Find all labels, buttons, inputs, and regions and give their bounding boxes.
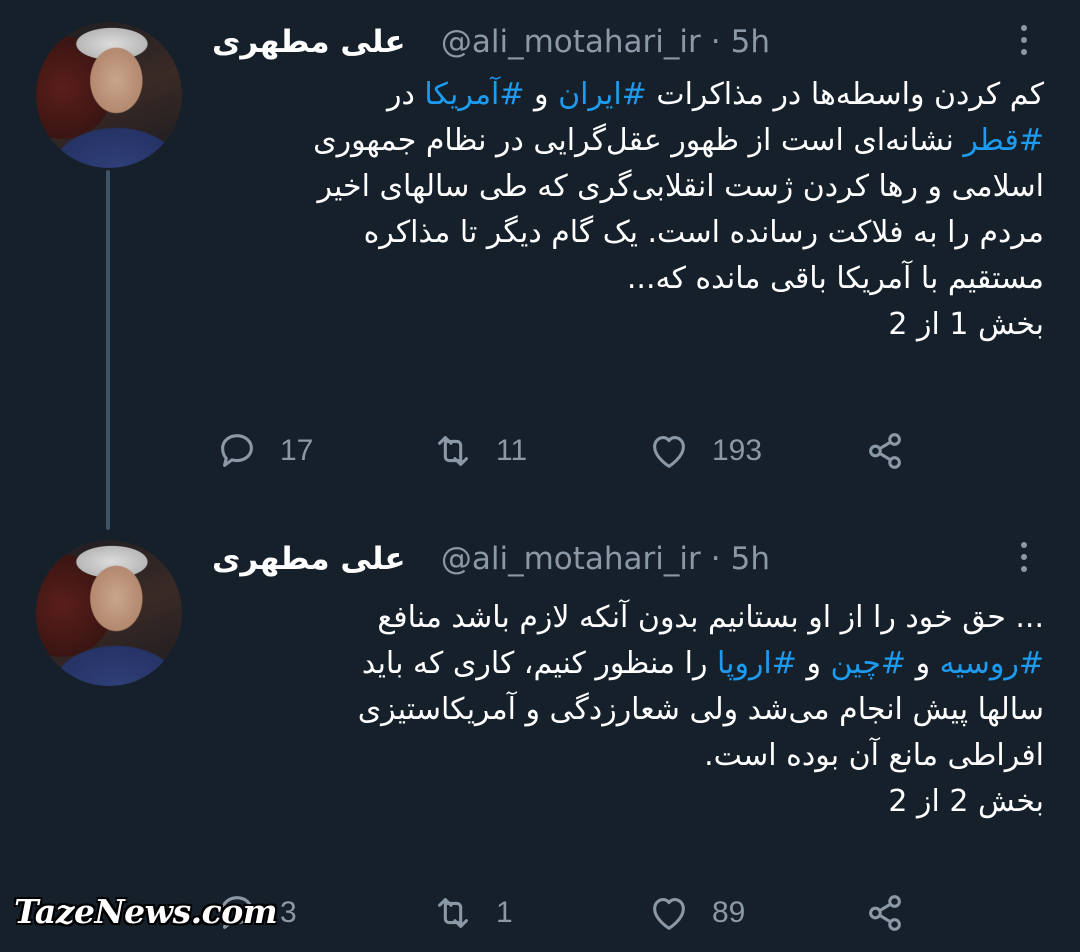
timestamp[interactable]: 5h [731,24,770,60]
text-segment: و [524,77,559,112]
text-line: #روسیه و #چین و #اروپا را منظور کنیم، کا… [204,641,1044,687]
avatar[interactable] [36,540,182,686]
text-line: #قطر نشانه‌ای است از ظهور عقل‌گرایی در ن… [204,118,1044,164]
more-options-button[interactable] [1004,535,1044,579]
retweet-count: 11 [496,434,528,467]
watermark: TazeNews.com [14,892,278,931]
share-icon [869,895,901,931]
hashtag-link[interactable]: #قطر [963,123,1044,158]
text-line: مستقیم با آمریکا باقی مانده که... [626,261,1044,296]
hashtag-link[interactable]: #آمریکا [424,77,524,112]
hashtag-link[interactable]: #روسیه [940,646,1044,681]
tweet-header: @ali_motahari_ir · 5h [441,20,770,64]
share-icon [869,433,901,469]
reply-button[interactable]: 17 [214,426,313,476]
text-line: سالها پیش انجام می‌شد ولی شعارزدگی و آمر… [357,692,1044,727]
thread-counter: بخش 2 از 2 [888,784,1044,819]
tweet-text: ... حق خود را از او بستانیم بدون آنکه لا… [204,595,1044,825]
handle[interactable]: @ali_motahari_ir [441,541,701,577]
reply-count: 17 [280,434,314,467]
hashtag-link[interactable]: #ایران [558,77,647,112]
heart-icon [653,898,685,930]
more-options-button[interactable] [1004,18,1044,62]
tweet-header: @ali_motahari_ir · 5h [441,537,770,581]
text-line: افراطی مانع آن بوده است. [704,738,1044,773]
tweet-text: کم کردن واسطه‌ها در مذاکرات #ایران و #آم… [204,72,1044,348]
share-button[interactable] [862,888,908,938]
text-line: مردم را به فلاکت رسانده است. یک گام دیگر… [363,215,1044,250]
reply-icon [221,434,253,467]
like-button[interactable]: 89 [646,888,745,938]
thread-counter: بخش 1 از 2 [888,307,1044,342]
more-vertical-icon [1021,25,1027,55]
text-line: اسلامی و رها کردن ژست انقلابی‌گری که طی … [317,169,1044,204]
separator: · [710,541,721,577]
like-count: 89 [712,896,746,929]
text-segment: در [386,77,425,112]
heart-icon [653,436,685,468]
text-segment: و [796,646,831,681]
like-count: 193 [712,434,763,467]
hashtag-link[interactable]: #اروپا [717,646,797,681]
share-button[interactable] [862,426,908,476]
more-vertical-icon [1021,542,1027,572]
retweet-icon [438,436,468,466]
text-line: کم کردن واسطه‌ها در مذاکرات #ایران و #آم… [204,72,1044,118]
timestamp[interactable]: 5h [731,541,770,577]
retweet-button[interactable]: 1 [430,888,513,938]
separator: · [710,24,721,60]
retweet-button[interactable]: 11 [430,426,527,476]
thread-line [106,170,110,530]
text-segment: را منظور کنیم، کاری که باید [361,646,717,681]
text-segment: نشانه‌ای است از ظهور عقل‌گرایی در نظام ج… [313,123,964,158]
like-button[interactable]: 193 [646,426,762,476]
reply-count: 3 [280,896,297,929]
handle[interactable]: @ali_motahari_ir [441,24,701,60]
display-name[interactable]: علی مطهری [212,20,406,64]
text-segment: کم کردن واسطه‌ها در مذاکرات [646,77,1044,112]
text-line: ... حق خود را از او بستانیم بدون آنکه لا… [377,600,1044,635]
action-bar: 17 11 193 [0,426,1080,476]
retweet-icon [438,898,468,928]
hashtag-link[interactable]: #چین [830,646,906,681]
avatar[interactable] [36,22,182,168]
retweet-count: 1 [496,896,513,929]
text-segment: و [906,646,940,681]
display-name[interactable]: علی مطهری [212,537,406,581]
